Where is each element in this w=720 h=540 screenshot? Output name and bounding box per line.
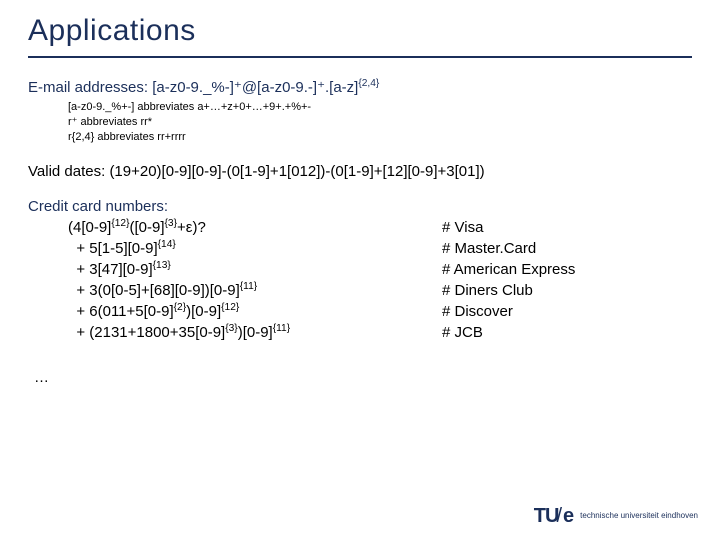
- logo-slash: /: [556, 505, 562, 528]
- cc-patterns: (4[0-9]{12}([0-9]{3}+ε)? + 5[1-5][0-9]{1…: [28, 217, 442, 343]
- cc-line-1: + 5[1-5][0-9]{14}: [68, 238, 442, 259]
- email-sub-0: [a-z0-9._%+-] abbreviates a+…+z+0+…+9+.+…: [68, 100, 692, 115]
- cc-line-5: + (2131+1800+35[0-9]{3})[0-9]{11}: [68, 322, 442, 343]
- cc-section: Credit card numbers: (4[0-9]{12}([0-9]{3…: [28, 198, 692, 343]
- ellipsis: …: [34, 369, 692, 386]
- valid-dates-line: Valid dates: (19+20)[0-9][0-9]-(0[1-9]+1…: [28, 163, 692, 180]
- cc-label-1: # Master.Card: [442, 238, 602, 259]
- footer-logo: TU/e technische universiteit eindhoven: [534, 505, 698, 528]
- email-sub-1: r⁺ abbreviates rr*: [68, 115, 692, 130]
- email-section: E-mail addresses: [a-z0-9._%-]⁺@[a-z0-9.…: [28, 78, 692, 145]
- logo-subtitle: technische universiteit eindhoven: [580, 512, 698, 520]
- cc-label-3: # Diners Club: [442, 280, 602, 301]
- email-heading-sup: {2,4}: [358, 78, 379, 89]
- cc-line-0: (4[0-9]{12}([0-9]{3}+ε)?: [68, 217, 442, 238]
- cc-label-5: # JCB: [442, 322, 602, 343]
- email-heading-regex: [a-z0-9._%-]⁺@[a-z0-9.-]⁺.[a-z]: [152, 79, 358, 96]
- page-title: Applications: [28, 14, 692, 54]
- cc-label-2: # American Express: [442, 259, 602, 280]
- email-heading-prefix: E-mail addresses:: [28, 79, 152, 96]
- cc-line-3: + 3(0[0-5]+[68][0-9])[0-9]{11}: [68, 280, 442, 301]
- email-heading: E-mail addresses: [a-z0-9._%-]⁺@[a-z0-9.…: [28, 78, 692, 96]
- title-rule: [28, 56, 692, 58]
- cc-line-4: + 6(011+5[0-9]{2})[0-9]{12}: [68, 301, 442, 322]
- cc-label-0: # Visa: [442, 217, 602, 238]
- cc-heading: Credit card numbers:: [28, 198, 692, 215]
- email-sub-2: r{2,4} abbreviates rr+rrrr: [68, 130, 692, 145]
- cc-labels: # Visa # Master.Card # American Express …: [442, 217, 602, 343]
- logo-e: e: [563, 505, 574, 528]
- cc-line-2: + 3[47][0-9]{13}: [68, 259, 442, 280]
- logo-tu: TU: [534, 505, 559, 528]
- cc-label-4: # Discover: [442, 301, 602, 322]
